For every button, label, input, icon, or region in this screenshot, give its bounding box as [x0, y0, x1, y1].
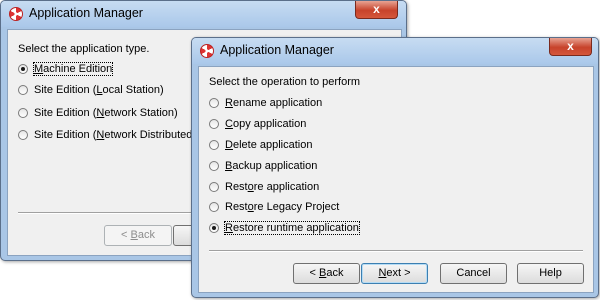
radio-label: Site Edition (Network Station)	[34, 107, 178, 119]
radio-site-edition-local[interactable]: Site Edition (Local Station)	[18, 82, 164, 98]
radio-indicator	[209, 202, 219, 212]
radio-restore-application[interactable]: Restore application	[209, 179, 319, 195]
radio-copy-application[interactable]: Copy application	[209, 116, 306, 132]
radio-label: Backup application	[225, 160, 318, 172]
title-bar[interactable]: Application Manager x	[1, 1, 406, 27]
next-button[interactable]: Next >	[361, 263, 428, 284]
separator	[209, 250, 583, 252]
radio-indicator	[209, 161, 219, 171]
radiation-app-icon	[200, 44, 214, 58]
radio-backup-application[interactable]: Backup application	[209, 158, 317, 174]
radio-label: Site Edition (Network Distributed)	[34, 129, 197, 141]
cancel-button[interactable]: Cancel	[440, 263, 507, 284]
radio-label: Restore Legacy Project	[225, 201, 340, 213]
radio-delete-application[interactable]: Delete application	[209, 137, 312, 153]
radio-site-edition-network-distributed[interactable]: Site Edition (Network Distributed)	[18, 127, 196, 143]
help-button[interactable]: Help	[517, 263, 584, 284]
close-button[interactable]: x	[549, 38, 592, 56]
dialog-body: Select the operation to perform Rename a…	[198, 66, 594, 293]
back-button[interactable]: < Back	[293, 263, 360, 284]
prompt-label: Select the application type.	[18, 43, 150, 55]
radio-label: Copy application	[225, 118, 307, 130]
radio-indicator	[18, 108, 28, 118]
radio-label: Machine Edition	[32, 62, 114, 76]
application-manager-window-front: Application Manager x Select the operati…	[191, 37, 599, 298]
radio-indicator	[209, 98, 219, 108]
radio-indicator	[18, 64, 28, 74]
close-icon: x	[373, 2, 380, 16]
radio-indicator	[209, 223, 219, 233]
radio-indicator	[209, 140, 219, 150]
radio-label: Restore runtime application	[224, 221, 360, 235]
radio-site-edition-network-station[interactable]: Site Edition (Network Station)	[18, 105, 178, 121]
close-icon: x	[567, 39, 574, 53]
radio-machine-edition[interactable]: Machine Edition	[18, 61, 114, 77]
radiation-app-icon	[9, 7, 23, 21]
radio-indicator	[18, 85, 28, 95]
back-button[interactable]: < Back	[104, 225, 172, 246]
radio-restore-runtime-application[interactable]: Restore runtime application	[209, 220, 360, 236]
radio-indicator	[209, 182, 219, 192]
prompt-label: Select the operation to perform	[209, 76, 361, 88]
radio-rename-application[interactable]: Rename application	[209, 95, 322, 111]
radio-restore-legacy-project[interactable]: Restore Legacy Project	[209, 199, 339, 215]
radio-label: Site Edition (Local Station)	[34, 84, 164, 96]
radio-label: Restore application	[225, 181, 320, 193]
radio-indicator	[18, 130, 28, 140]
radio-label: Rename application	[225, 97, 323, 109]
radio-indicator	[209, 119, 219, 129]
window-title: Application Manager	[220, 43, 334, 57]
window-title: Application Manager	[29, 6, 143, 20]
title-bar[interactable]: Application Manager x	[192, 38, 598, 64]
close-button[interactable]: x	[355, 1, 398, 19]
radio-label: Delete application	[225, 139, 313, 151]
